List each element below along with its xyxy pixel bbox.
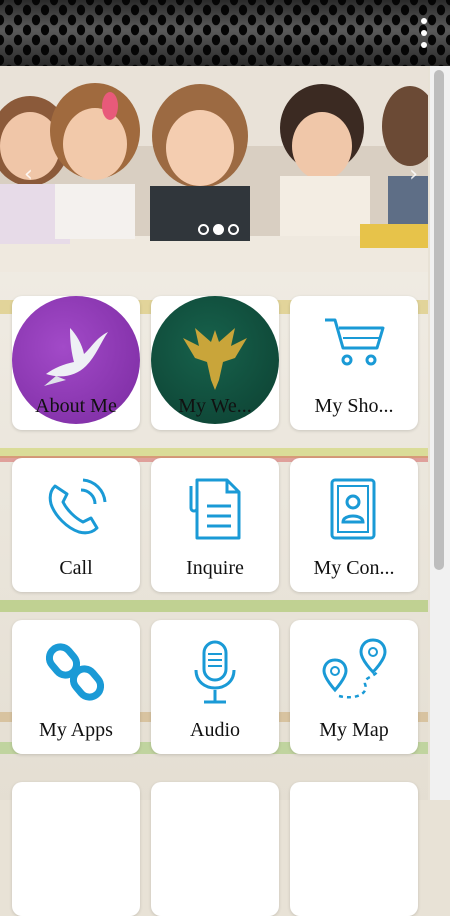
tile-my-shop[interactable]: My Sho... xyxy=(290,296,418,430)
carousel-dot-2[interactable] xyxy=(213,224,224,235)
tile-label: My We... xyxy=(178,395,252,417)
map-pins-icon xyxy=(322,638,387,699)
banner-image xyxy=(0,66,428,272)
carousel-prev-arrow[interactable]: ‹ xyxy=(24,162,33,187)
tile-my-contacts[interactable]: My Con... xyxy=(290,458,418,592)
tile-row4-2[interactable] xyxy=(151,782,279,916)
contact-book-icon xyxy=(330,478,376,540)
tile-label: Audio xyxy=(190,719,240,741)
scrollbar[interactable] xyxy=(430,66,450,800)
tile-label: My Map xyxy=(319,719,389,741)
phone-icon xyxy=(48,478,107,535)
tile-label: My Apps xyxy=(39,719,113,741)
tile-about-me[interactable]: About Me xyxy=(12,296,140,430)
tile-my-apps[interactable]: My Apps xyxy=(12,620,140,754)
dove-icon xyxy=(44,328,108,386)
top-bar xyxy=(0,0,450,66)
tile-my-map[interactable]: My Map xyxy=(290,620,418,754)
microphone-icon xyxy=(194,640,236,704)
document-icon xyxy=(189,478,241,540)
shopping-cart-icon xyxy=(325,318,385,366)
tile-label: About Me xyxy=(35,395,117,417)
carousel-dot-1[interactable] xyxy=(198,224,209,235)
banner-carousel[interactable]: ‹ › xyxy=(0,66,428,272)
carousel-indicators xyxy=(198,224,239,235)
tile-label: Inquire xyxy=(186,557,244,579)
tile-call[interactable]: Call xyxy=(12,458,140,592)
tile-inquire[interactable]: Inquire xyxy=(151,458,279,592)
carousel-next-arrow[interactable]: › xyxy=(409,162,418,187)
scrollbar-thumb[interactable] xyxy=(434,70,444,570)
tile-my-website[interactable]: My We... xyxy=(151,296,279,430)
tile-audio[interactable]: Audio xyxy=(151,620,279,754)
tile-label: My Sho... xyxy=(314,395,394,417)
tile-row4-1[interactable] xyxy=(12,782,140,916)
link-icon xyxy=(45,643,105,701)
tile-label: Call xyxy=(59,557,93,579)
carousel-dot-3[interactable] xyxy=(228,224,239,235)
eagle-icon xyxy=(183,328,247,390)
tile-label: My Con... xyxy=(313,557,395,579)
tile-row4-3[interactable] xyxy=(290,782,418,916)
more-options-icon[interactable] xyxy=(420,18,428,48)
